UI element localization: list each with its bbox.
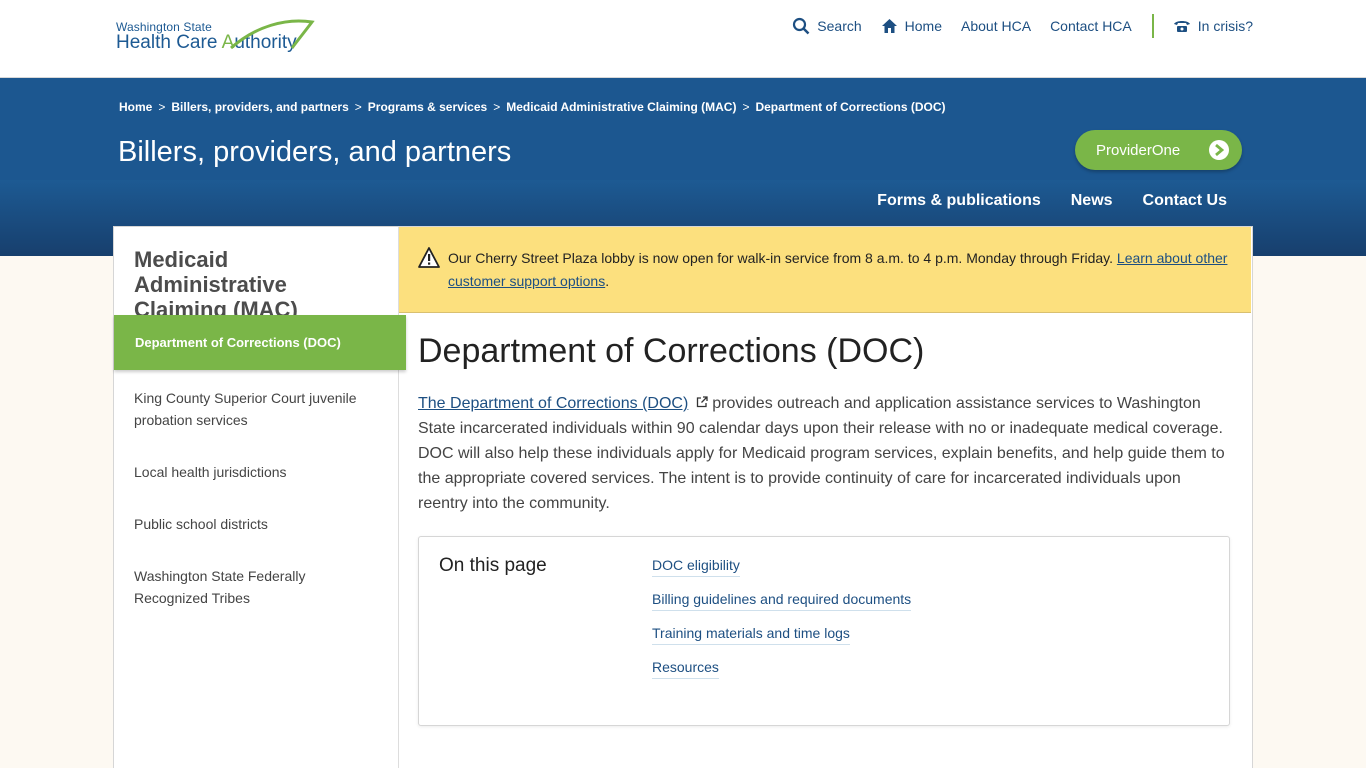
contact-label: Contact HCA [1050,18,1132,34]
section-nav: Forms & publications News Contact Us [847,192,1227,210]
alert-end: . [605,273,610,289]
breadcrumb-separator: > [493,100,501,114]
breadcrumb-separator: > [742,100,750,114]
home-icon [881,19,897,33]
home-label: Home [904,18,943,34]
search-link[interactable]: Search [792,17,862,35]
forms-publications-link[interactable]: Forms & publications [877,192,1041,210]
doc-external-link[interactable]: The Department of Corrections (DOC) [418,395,688,412]
providerone-label: ProviderOne [1096,141,1181,159]
intro-paragraph: The Department of Corrections (DOC) prov… [418,391,1233,516]
sidebar-item-tribes[interactable]: Washington State Federally Recognized Tr… [134,565,364,609]
utility-nav: Search Home About HCA Contact HCA In cri… [773,14,1253,38]
breadcrumb-home[interactable]: Home [119,100,152,114]
search-icon [793,17,810,35]
logo-text-a: Health Care [116,32,222,53]
sidebar-item-local-health[interactable]: Local health jurisdictions [134,461,364,483]
breadcrumb-billers[interactable]: Billers, providers, and partners [171,100,348,114]
providerone-button[interactable]: ProviderOne [1075,130,1242,170]
on-this-page-links: DOC eligibility Billing guidelines and r… [652,557,912,693]
in-crisis-link[interactable]: In crisis? [1173,18,1253,34]
search-label: Search [817,18,862,34]
alert-text: Our Cherry Street Plaza lobby is now ope… [448,247,1238,293]
nav-divider [1151,14,1154,38]
page-title: Department of Corrections (DOC) [418,332,925,370]
anchor-training-materials[interactable]: Training materials and time logs [652,625,850,645]
external-link-icon [696,396,708,408]
hca-logo[interactable]: Washington State Health Care Authority [116,18,316,58]
contact-hca-link[interactable]: Contact HCA [1050,18,1132,34]
breadcrumb-mac[interactable]: Medicaid Administrative Claiming (MAC) [506,100,736,114]
on-this-page-heading: On this page [439,555,547,576]
breadcrumb-separator: > [158,100,166,114]
sidebar-item-king-county[interactable]: King County Superior Court juvenile prob… [134,387,364,431]
site-header: Washington State Health Care Authority S… [0,0,1366,78]
phone-icon [1173,21,1190,32]
breadcrumb: Home > Billers, providers, and partners … [119,100,945,114]
breadcrumb-doc[interactable]: Department of Corrections (DOC) [755,100,945,114]
sidebar-title[interactable]: Medicaid Administrative Claiming (MAC) [134,247,384,322]
about-label: About HCA [961,18,1032,34]
logo-swoosh-icon [230,19,315,50]
breadcrumb-separator: > [354,100,362,114]
warning-icon [418,247,440,268]
about-hca-link[interactable]: About HCA [961,18,1031,34]
breadcrumb-programs[interactable]: Programs & services [368,100,487,114]
sidebar-item-label: Department of Corrections (DOC) [135,335,341,350]
anchor-resources[interactable]: Resources [652,659,719,679]
news-link[interactable]: News [1071,192,1113,210]
section-title: Billers, providers, and partners [118,136,512,168]
alert-message: Our Cherry Street Plaza lobby is now ope… [448,250,1117,266]
alert-banner: Our Cherry Street Plaza lobby is now ope… [399,227,1251,313]
on-this-page-box: On this page DOC eligibility Billing gui… [418,536,1230,726]
intro-text: provides outreach and application assist… [418,395,1225,512]
home-link[interactable]: Home [881,18,942,34]
anchor-billing-guidelines[interactable]: Billing guidelines and required document… [652,591,912,611]
contact-us-link[interactable]: Contact Us [1143,192,1227,210]
anchor-doc-eligibility[interactable]: DOC eligibility [652,557,740,577]
sidebar-item-doc[interactable]: Department of Corrections (DOC) [114,315,406,370]
in-crisis-label: In crisis? [1197,18,1253,34]
sidebar-item-public-schools[interactable]: Public school districts [134,513,364,535]
chevron-right-icon [1209,140,1229,160]
